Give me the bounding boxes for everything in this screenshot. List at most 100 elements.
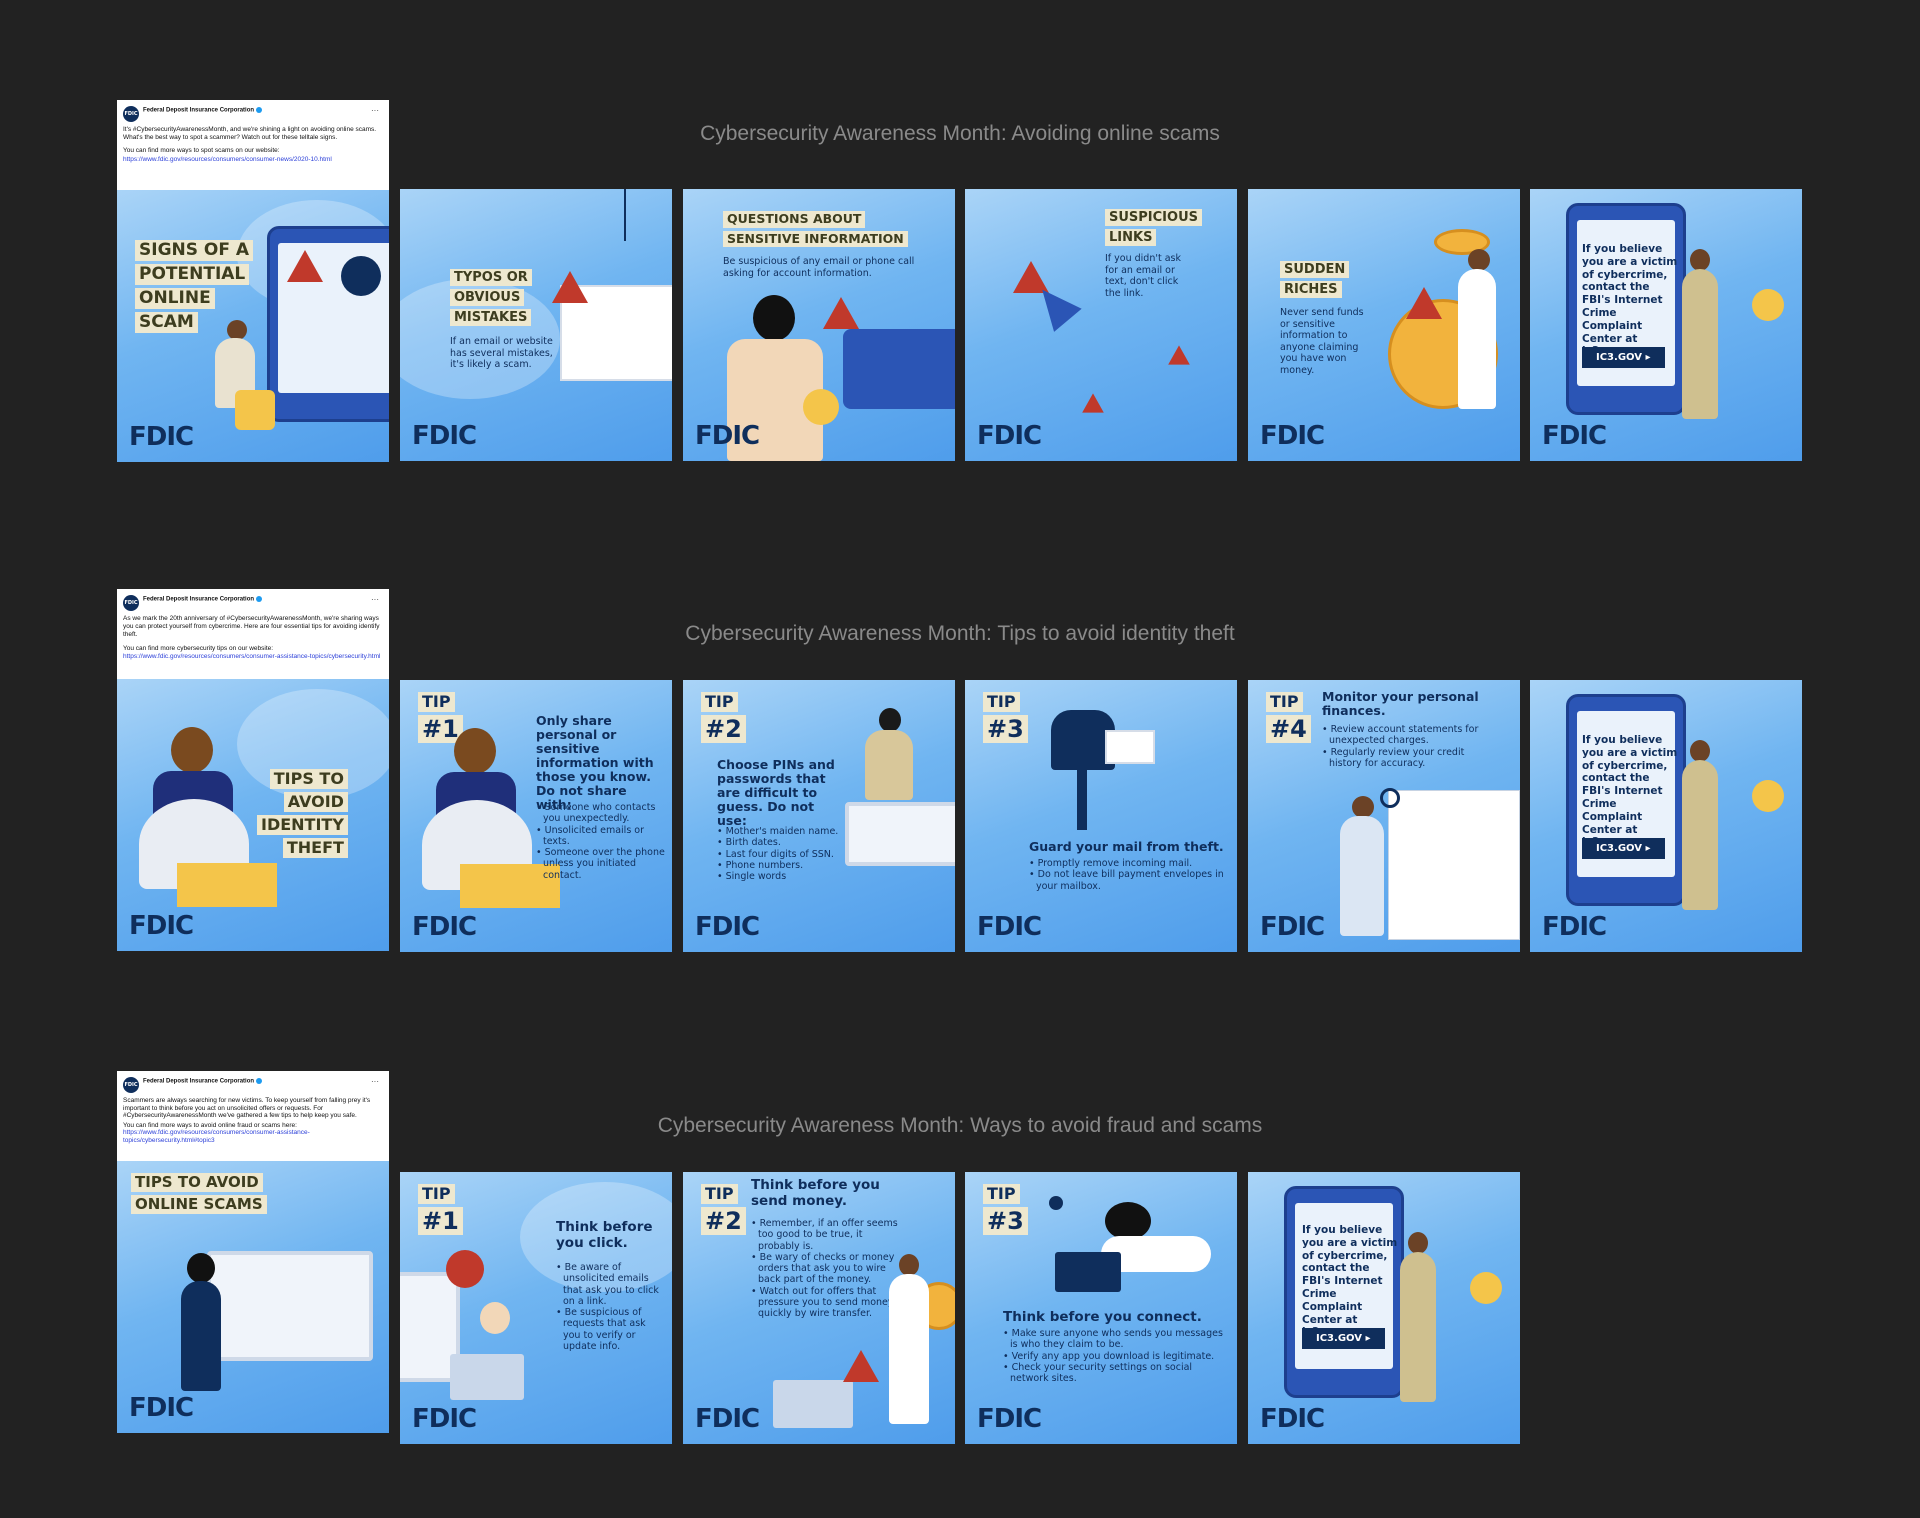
tip-badge: TIP #1 <box>418 1184 463 1238</box>
post-header: FDIC Federal Deposit Insurance Corporati… <box>123 595 383 679</box>
tip-heading: Monitor your personal finances. <box>1322 689 1479 718</box>
info-card[interactable]: TYPOS OR OBVIOUS MISTAKES If an email or w… <box>400 189 672 461</box>
tip-heading: Only share personal or sensitive informa… <box>536 713 654 812</box>
tip-card[interactable]: TIP#3 Think before you connect. Make sur… <box>965 1172 1237 1444</box>
tip-badge: TIP #2 <box>701 1184 746 1238</box>
post-link[interactable]: https://www.fdic.gov/resources/consumers… <box>123 653 380 660</box>
fdic-logo: FDIC <box>129 1393 194 1423</box>
social-post[interactable]: FDIC Federal Deposit Insurance Corporati… <box>117 1071 389 1433</box>
tip-heading: Think before you click. <box>556 1219 653 1251</box>
post-link[interactable]: https://www.fdic.gov/resources/consumers… <box>123 156 332 163</box>
fdic-logo: FDIC <box>412 912 477 942</box>
click-cursor-icon <box>446 1250 484 1288</box>
warning-icon <box>287 250 323 282</box>
person-illustration <box>1408 1232 1428 1254</box>
card-body: Never send funds or sensitive informatio… <box>1280 307 1364 376</box>
tip-badge: TIP #2 <box>701 692 746 746</box>
ic3-card[interactable]: If you believe you are a victim of cyber… <box>1530 189 1802 461</box>
laptop-icon <box>450 1354 524 1400</box>
verified-icon <box>256 1078 263 1084</box>
warning-icon <box>552 271 588 303</box>
avatar: FDIC <box>123 106 139 122</box>
headline: TIPS TO AVOID ONLINE SCAMS <box>131 1173 267 1217</box>
post-text: Scammers are always searching for new vi… <box>123 1097 371 1144</box>
ic3-card[interactable]: If you believe you are a victim of cyber… <box>1530 680 1802 952</box>
person-illustration <box>1690 740 1710 762</box>
person-illustration <box>1690 249 1710 271</box>
tip-bullets: Be aware of unsolicited emails that ask … <box>556 1262 662 1352</box>
post-text: As we mark the 20th anniversary of #Cybe… <box>123 615 381 660</box>
tip-card[interactable]: TIP#3 Guard your mail from theft. Prompt… <box>965 680 1237 952</box>
ic3-message: If you believe you are a victim of cyber… <box>1302 1224 1398 1338</box>
tip-bullets: Review account statements for unexpected… <box>1322 724 1482 769</box>
tip-bullets: Remember, if an offer seems too good to … <box>751 1218 901 1320</box>
info-card[interactable]: SUDDEN RICHES Never send funds or sensiti… <box>1248 189 1520 461</box>
verified-icon <box>256 107 263 113</box>
tip-card[interactable]: TIP#4 Monitor your personal finances. Re… <box>1248 680 1520 952</box>
fdic-logo: FDIC <box>695 1404 760 1434</box>
person-illustration <box>1352 796 1374 818</box>
post-image[interactable]: TIPS TO AVOID IDENTITY THEFT FDIC <box>117 679 389 951</box>
org-name: Federal Deposit Insurance Corporation <box>143 1078 263 1085</box>
fdic-logo: FDIC <box>695 912 760 942</box>
monitor-illustration <box>207 1251 373 1361</box>
hook-icon <box>624 189 626 241</box>
person-illustration <box>480 1302 510 1334</box>
post-image[interactable]: TIPS TO AVOID ONLINE SCAMS FDIC <box>117 1161 389 1433</box>
fdic-logo: FDIC <box>1260 1404 1325 1434</box>
ic3-button[interactable]: IC3.GOV ▸ <box>1582 347 1665 368</box>
fdic-logo: FDIC <box>129 422 194 452</box>
org-name: Federal Deposit Insurance Corporation <box>143 107 263 114</box>
fdic-logo: FDIC <box>1542 421 1607 451</box>
person-illustration <box>171 727 213 773</box>
fdic-logo: FDIC <box>695 421 760 451</box>
more-icon[interactable]: ··· <box>371 106 379 115</box>
heart-icon <box>1049 1196 1063 1210</box>
key-icon <box>1752 289 1784 321</box>
person-illustration <box>879 708 901 732</box>
tip-card[interactable]: TIP#1 Think before you click. Be aware o… <box>400 1172 672 1444</box>
more-icon[interactable]: ··· <box>371 595 379 604</box>
fdic-logo: FDIC <box>412 421 477 451</box>
ic3-message: If you believe you are a victim of cyber… <box>1582 734 1678 848</box>
post-image[interactable]: SIGNS OF A POTENTIAL ONLINE SCAM FDIC <box>117 190 389 462</box>
fdic-logo: FDIC <box>412 1404 477 1434</box>
tip-card[interactable]: TIP#2 Think before you send money. Remem… <box>683 1172 955 1444</box>
tip-bullets: Someone who contacts you unexpectedly.Un… <box>536 802 666 881</box>
ic3-message: If you believe you are a victim of cyber… <box>1582 243 1678 357</box>
card-body: Be suspicious of any email or phone call… <box>723 256 915 279</box>
key-icon <box>803 389 839 425</box>
ic3-button[interactable]: IC3.GOV ▸ <box>1582 838 1665 859</box>
ic3-card[interactable]: If you believe you are a victim of cyber… <box>1248 1172 1520 1444</box>
tip-card[interactable]: TIP #1 Only share personal or sensitive i… <box>400 680 672 952</box>
warning-icon <box>1406 287 1442 319</box>
info-card[interactable]: SUSPICIOUS LINKS If you didn't ask for an… <box>965 189 1237 461</box>
headline: SUSPICIOUS LINKS <box>1105 209 1202 249</box>
credit-card-icon <box>843 329 955 409</box>
key-icon <box>1752 780 1784 812</box>
social-post[interactable]: FDIC Federal Deposit Insurance Corporati… <box>117 589 389 951</box>
tip-badge: TIP #1 <box>418 692 463 746</box>
phone-illustration <box>267 226 389 422</box>
tip-badge: TIP #3 <box>983 692 1028 746</box>
fdic-logo: FDIC <box>1260 421 1325 451</box>
warning-icon <box>823 297 859 329</box>
person-illustration <box>1105 1202 1151 1240</box>
wallet-icon <box>177 863 277 907</box>
post-link[interactable]: https://www.fdic.gov/resources/consumers… <box>123 1129 310 1144</box>
headline: TIPS TO AVOID IDENTITY THEFT <box>257 769 348 861</box>
more-icon[interactable]: ··· <box>371 1077 379 1086</box>
tip-badge: TIP #3 <box>983 1184 1028 1238</box>
info-card[interactable]: QUESTIONS ABOUT SENSITIVE INFORMATION Be … <box>683 189 955 461</box>
tip-badge: TIP #4 <box>1266 692 1311 746</box>
tip-card[interactable]: TIP #2 Choose PINs and passwords that are… <box>683 680 955 952</box>
social-post[interactable]: FDIC Federal Deposit Insurance Corporati… <box>117 100 389 462</box>
fdic-logo: FDIC <box>977 912 1042 942</box>
headline: TYPOS OR OBVIOUS MISTAKES <box>450 269 532 329</box>
warning-icon <box>1082 393 1104 413</box>
warning-icon <box>843 1350 879 1382</box>
person-illustration <box>1468 249 1490 271</box>
laptop-icon <box>1055 1252 1121 1292</box>
ic3-button[interactable]: IC3.GOV ▸ <box>1302 1328 1385 1349</box>
tip-heading: Think before you send money. <box>751 1177 880 1209</box>
